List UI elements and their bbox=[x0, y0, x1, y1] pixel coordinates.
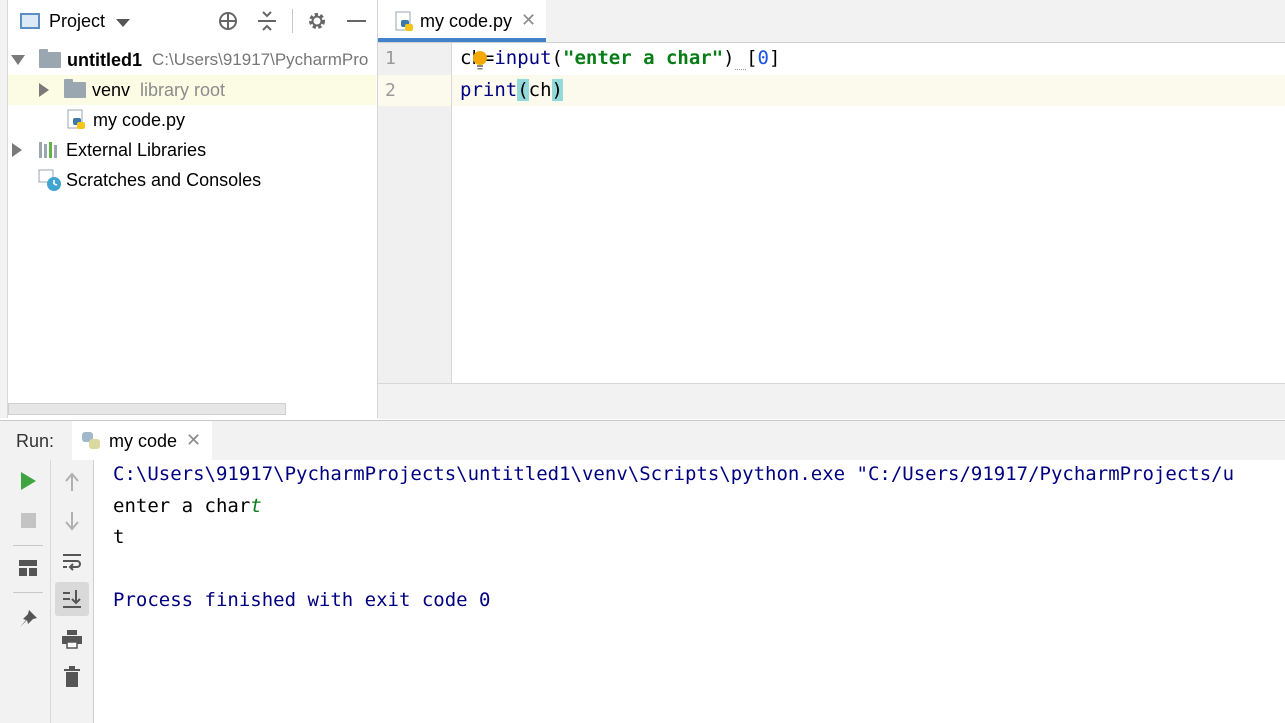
current-line-highlight bbox=[452, 75, 1285, 106]
up-stack-button[interactable] bbox=[57, 467, 87, 497]
play-icon bbox=[20, 472, 36, 490]
horizontal-scrollbar[interactable] bbox=[8, 403, 286, 415]
code-bracket: ] bbox=[768, 47, 781, 69]
code-string: "enter a char" bbox=[563, 47, 724, 69]
print-button[interactable] bbox=[57, 624, 87, 654]
tree-item-label: my code.py bbox=[93, 109, 186, 130]
tree-item-scratches[interactable]: Scratches and Consoles bbox=[8, 165, 376, 195]
console-prompt-line: enter a chart bbox=[113, 495, 262, 517]
arrow-down-icon bbox=[65, 512, 79, 531]
code-paren: ( bbox=[551, 47, 563, 69]
run-tab-label: my code bbox=[109, 431, 178, 451]
python-icon bbox=[82, 432, 100, 449]
stop-icon bbox=[20, 512, 36, 528]
folder-icon bbox=[64, 79, 86, 98]
layout-button[interactable] bbox=[13, 553, 43, 583]
console-prompt: enter a char bbox=[113, 495, 251, 517]
python-file-icon bbox=[395, 11, 413, 31]
minimize-icon[interactable] bbox=[347, 20, 366, 22]
run-label: Run: bbox=[16, 431, 55, 451]
chevron-right-icon[interactable] bbox=[39, 83, 49, 97]
code-space bbox=[734, 47, 747, 70]
code-bracket: [ bbox=[746, 47, 758, 69]
editor-tab-my-code-py[interactable]: my code.py ✕ bbox=[378, 0, 546, 42]
rerun-button[interactable] bbox=[13, 466, 43, 496]
layout-icon bbox=[19, 560, 37, 576]
code-function: print bbox=[460, 79, 518, 101]
scroll-to-end-button[interactable] bbox=[55, 582, 89, 616]
soft-wrap-icon bbox=[63, 554, 81, 571]
header-divider bbox=[292, 9, 293, 33]
tree-item-venv[interactable]: venv library root bbox=[8, 75, 376, 105]
run-toolbar bbox=[0, 460, 94, 723]
pin-icon bbox=[20, 610, 37, 627]
python-file-icon bbox=[67, 109, 85, 129]
lightbulb-icon[interactable] bbox=[471, 50, 489, 70]
tree-item-label: venv bbox=[92, 79, 131, 100]
project-header: Project bbox=[0, 0, 377, 42]
gear-icon[interactable] bbox=[306, 10, 328, 32]
scroll-to-end-icon bbox=[63, 590, 81, 608]
console-command-line: C:\Users\91917\PycharmProjects\untitled1… bbox=[113, 463, 1235, 485]
console-user-input: t bbox=[250, 495, 262, 517]
chevron-right-icon[interactable] bbox=[12, 143, 22, 157]
soft-wrap-button[interactable] bbox=[57, 546, 87, 576]
toolbar-divider bbox=[13, 592, 43, 593]
pin-button[interactable] bbox=[13, 604, 43, 634]
console-exit-line: Process finished with exit code 0 bbox=[113, 589, 491, 611]
arrow-up-icon bbox=[65, 472, 79, 491]
code-paren-matched: ( bbox=[517, 79, 529, 101]
code-paren: ) bbox=[723, 47, 735, 69]
collapse-all-icon[interactable] bbox=[256, 10, 278, 32]
tree-item-my-code-py[interactable]: my code.py bbox=[8, 105, 376, 135]
clear-all-button[interactable] bbox=[57, 662, 87, 692]
close-icon[interactable]: ✕ bbox=[521, 10, 536, 31]
editor-breadcrumb-bar bbox=[378, 383, 1285, 419]
tree-item-label: untitled1 bbox=[67, 49, 142, 70]
locate-icon[interactable] bbox=[217, 10, 239, 32]
code-paren-matched: ) bbox=[551, 79, 563, 101]
line-number: 2 bbox=[385, 80, 396, 101]
code-number: 0 bbox=[757, 47, 769, 69]
tree-item-hint: library root bbox=[140, 79, 226, 100]
console-output-line: t bbox=[113, 526, 125, 548]
run-tool-header: Run: my code ✕ bbox=[0, 420, 1285, 461]
code-line-1: ch=input("enter a char") [0] bbox=[460, 42, 780, 74]
project-title[interactable]: Project bbox=[49, 11, 105, 32]
toolbar-divider bbox=[13, 545, 43, 546]
folder-icon bbox=[39, 49, 61, 68]
libraries-icon bbox=[39, 142, 57, 158]
tab-label: my code.py bbox=[420, 11, 513, 31]
run-tab-my-code[interactable]: my code ✕ bbox=[72, 421, 212, 461]
tree-item-label: Scratches and Consoles bbox=[66, 169, 262, 190]
code-function: input bbox=[494, 47, 552, 69]
project-tool-window: Project untitled1 C:\Users\91917\Pycharm… bbox=[0, 0, 378, 418]
project-view-icon bbox=[20, 13, 40, 29]
stop-button[interactable] bbox=[13, 505, 43, 535]
tree-item-label: External Libraries bbox=[66, 139, 207, 160]
printer-icon bbox=[62, 630, 82, 649]
toolbar-column-divider bbox=[50, 460, 51, 723]
chevron-down-icon[interactable] bbox=[116, 19, 130, 27]
trash-icon bbox=[64, 666, 80, 687]
tree-item-path: C:\Users\91917\PycharmPro bbox=[152, 50, 369, 69]
tree-item-external-libraries[interactable]: External Libraries bbox=[8, 135, 376, 165]
tree-item-untitled1[interactable]: untitled1 C:\Users\91917\PycharmPro bbox=[8, 45, 376, 75]
scratches-icon bbox=[38, 169, 61, 191]
code-variable: ch bbox=[528, 79, 552, 101]
down-stack-button[interactable] bbox=[57, 506, 87, 536]
chevron-down-icon[interactable] bbox=[11, 55, 25, 65]
line-number: 1 bbox=[385, 48, 396, 69]
close-icon[interactable]: ✕ bbox=[186, 430, 201, 451]
code-line-2: print(ch) bbox=[460, 74, 563, 106]
left-edge-strip bbox=[0, 0, 8, 418]
